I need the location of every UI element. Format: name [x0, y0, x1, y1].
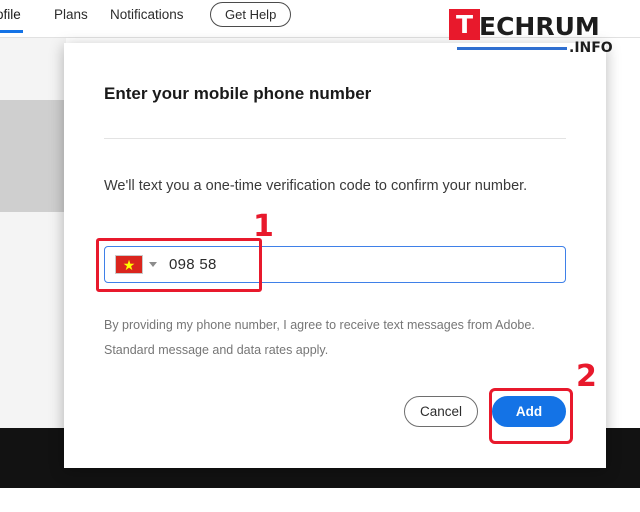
legal-disclaimer-text: By providing my phone number, I agree to…	[104, 318, 535, 357]
nav-tab-profile-active-underline	[0, 30, 23, 33]
dialog-divider	[104, 138, 566, 139]
chevron-down-icon[interactable]	[149, 262, 157, 267]
nav-tab-profile[interactable]: ofile	[0, 7, 21, 22]
dialog-title: Enter your mobile phone number	[104, 84, 372, 103]
techrum-watermark: T ECHRUM .INFO	[449, 6, 634, 58]
background-content-card	[0, 100, 66, 212]
annotation-step-1-number: 1	[253, 209, 274, 244]
background-bottom-area	[0, 488, 640, 512]
cancel-button[interactable]: Cancel	[404, 396, 478, 427]
dialog-description: We'll text you a one-time verification c…	[104, 178, 528, 194]
phone-number-dialog: Enter your mobile phone number We'll tex…	[64, 43, 606, 468]
background-sidebar-panel	[0, 38, 66, 428]
nav-tab-plans[interactable]: Plans	[54, 7, 88, 22]
annotation-step-2-number: 2	[576, 359, 597, 394]
flag-star-glyph: ★	[122, 256, 136, 273]
phone-number-input[interactable]: ★ 098 58	[104, 246, 566, 283]
nav-tab-notifications[interactable]: Notifications	[110, 7, 184, 22]
watermark-wordmark: ECHRUM	[479, 12, 600, 41]
phone-number-value: 098 58	[169, 256, 217, 273]
vietnam-flag-icon: ★	[115, 255, 143, 274]
watermark-letter-t: T	[449, 9, 480, 40]
watermark-underline-bar	[457, 47, 567, 50]
add-button[interactable]: Add	[492, 396, 566, 427]
watermark-suffix: .INFO	[569, 40, 613, 56]
get-help-button[interactable]: Get Help	[210, 2, 292, 27]
